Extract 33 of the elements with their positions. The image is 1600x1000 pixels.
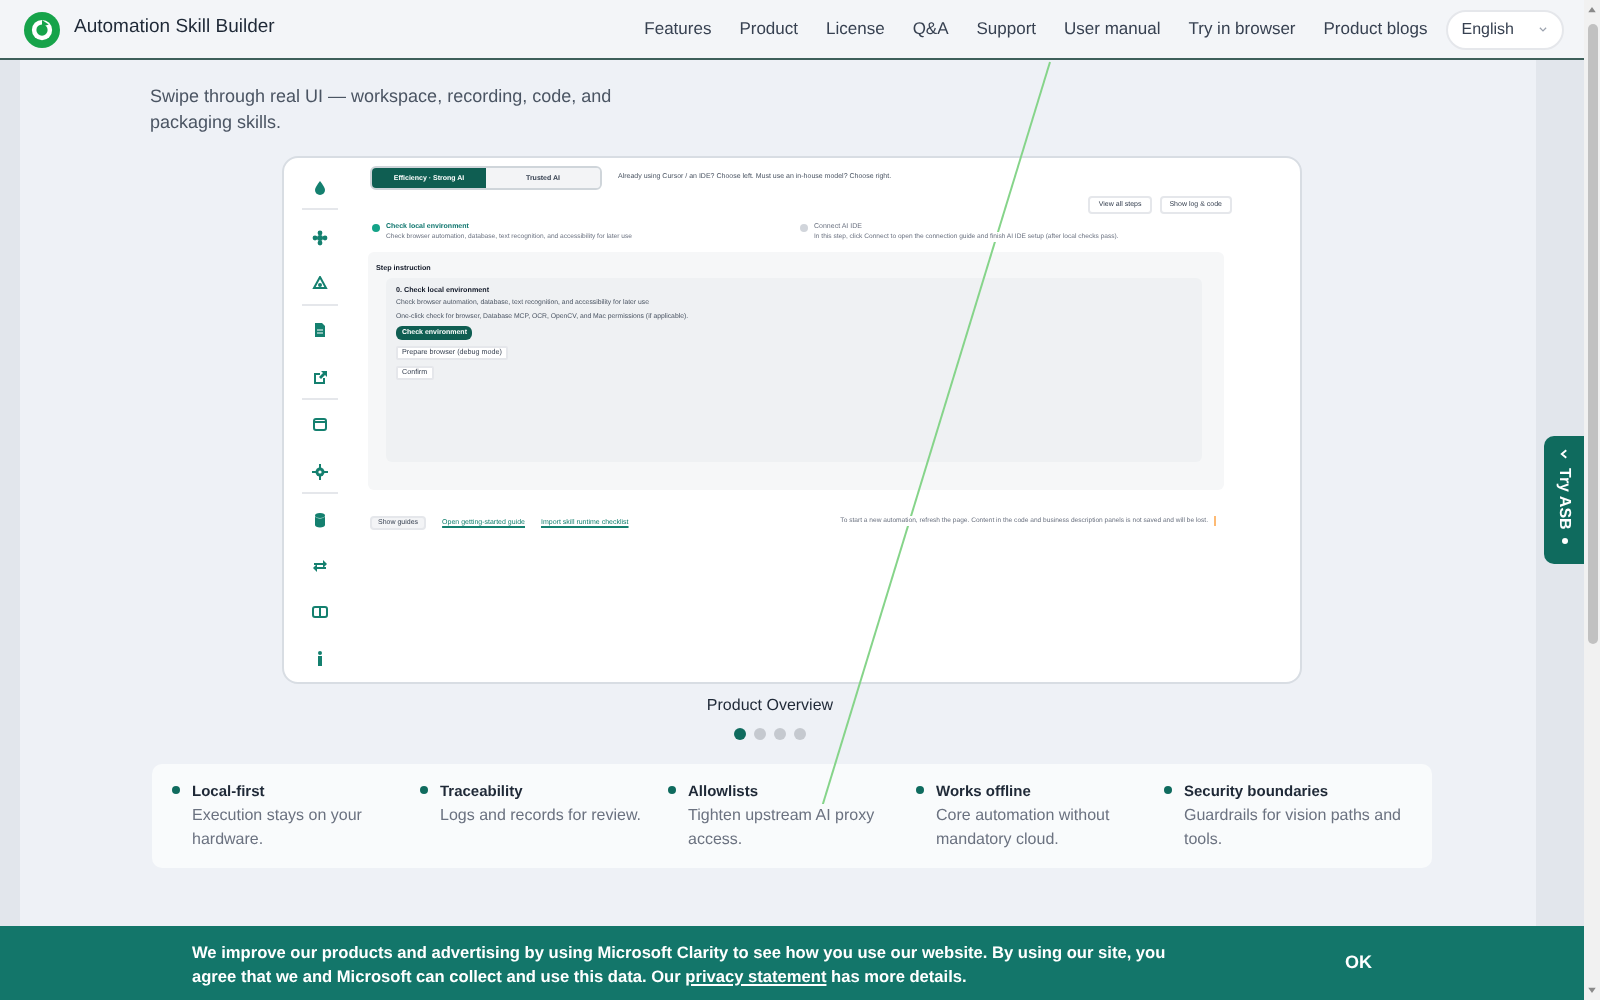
info-icon	[312, 650, 328, 666]
chevron-down-icon	[1538, 24, 1548, 34]
nav-link[interactable]: Q&A	[912, 16, 949, 42]
flower-icon	[312, 230, 328, 246]
nav-link[interactable]: Support	[976, 16, 1037, 42]
nav-link[interactable]: Try in browser	[1188, 16, 1296, 42]
swap-icon	[312, 558, 328, 574]
nav-link[interactable]: License	[826, 16, 885, 42]
try-asb-label: Try ASB	[1554, 468, 1574, 530]
scroll-up-icon	[1586, 4, 1598, 16]
nav-link[interactable]: Product blogs	[1323, 16, 1428, 42]
ok-button[interactable]: OK	[1333, 949, 1384, 977]
drop-icon	[312, 180, 328, 196]
nav-link[interactable]: Features	[644, 16, 712, 42]
section-subtitle: Swipe through real UI — workspace, recording, code, and packaging skills.	[150, 84, 614, 136]
cookie-message: We improve our products and advertising by using Microsoft Clarity to see how you use our website. By using our site, you agree that we and Microsoft can collect and use this data. Our privacy statement has more details.	[192, 939, 1168, 987]
try-asb-tab[interactable]: Try ASB	[1544, 436, 1584, 564]
logo-icon	[24, 11, 60, 47]
carousel-caption: Product Overview	[706, 696, 834, 716]
chevron-left-icon	[1558, 448, 1570, 460]
privacy-statement-link[interactable]: privacy statement	[685, 965, 827, 985]
language-value: English	[1461, 17, 1514, 41]
scrollbar[interactable]	[1584, 0, 1600, 1000]
nav-link[interactable]: User manual	[1064, 16, 1161, 42]
scrollbar-thumb[interactable]	[1587, 24, 1597, 644]
share-icon	[312, 370, 328, 386]
scroll-down-icon	[1586, 984, 1598, 996]
document-icon	[312, 322, 328, 338]
book-icon	[312, 604, 328, 620]
database-icon	[312, 512, 328, 528]
nav-link[interactable]: Product	[739, 16, 798, 42]
language-select[interactable]: English	[1445, 9, 1564, 49]
brand-name: Automation Skill Builder	[74, 14, 275, 43]
